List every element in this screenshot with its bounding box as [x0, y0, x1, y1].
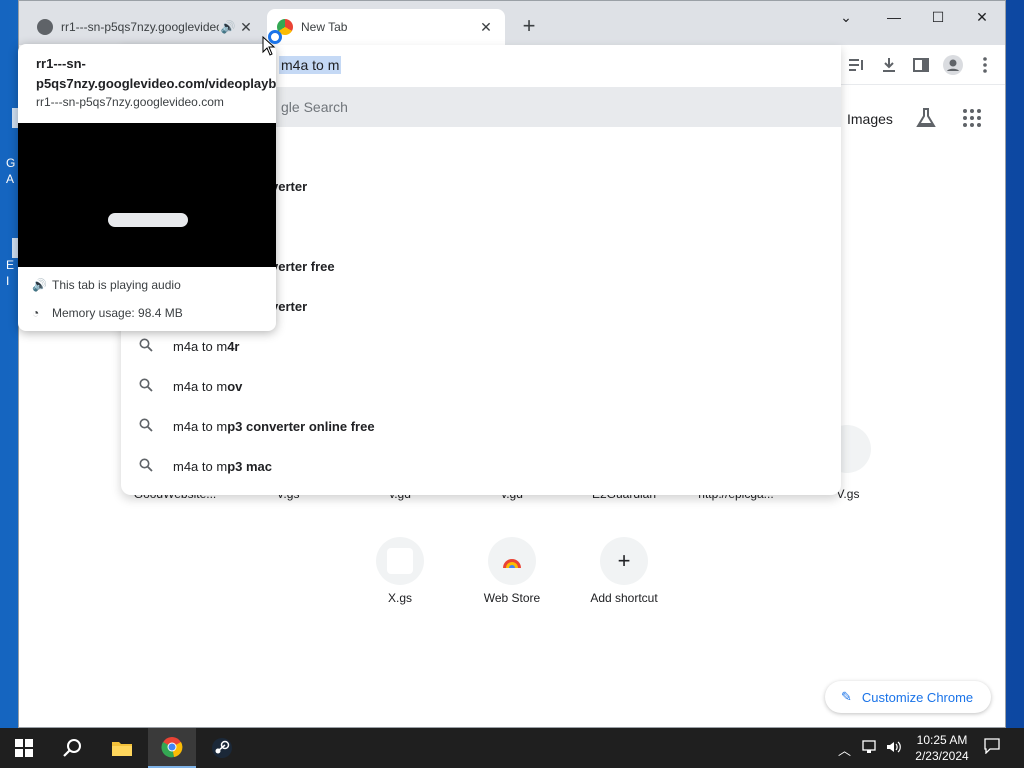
download-icon[interactable]	[879, 55, 899, 75]
hover-card-title: rr1---sn-p5qs7nzy.googlevideo.com/videop…	[36, 56, 276, 91]
suggestion-text: gle Search	[281, 99, 348, 115]
search-icon	[139, 378, 153, 392]
search-icon	[63, 739, 81, 757]
speaker-icon: 🔊	[32, 278, 47, 292]
side-panel-icon[interactable]	[911, 55, 931, 75]
chrome-icon	[161, 737, 183, 758]
shortcut-label: Add shortcut	[590, 591, 658, 605]
suggestion-prefix: m4a to m	[173, 418, 228, 434]
desktop-label-fragment: A	[6, 172, 15, 186]
clock-time: 10:25 AM	[916, 733, 968, 747]
search-icon	[139, 458, 153, 472]
network-icon[interactable]	[862, 740, 878, 757]
plus-icon: +	[600, 537, 648, 585]
tab-hover-card: rr1---sn-p5qs7nzy.googlevideo.com/videop…	[18, 44, 276, 331]
gauge-icon: ◔	[32, 306, 40, 320]
suggestion-prefix: m4a to m	[173, 458, 228, 474]
google-apps-icon[interactable]	[963, 109, 981, 127]
media-queue-icon[interactable]	[847, 55, 867, 75]
suggestion-item[interactable]: m4a to mov	[121, 366, 841, 406]
suggestion-bold-text: p3 converter online free	[227, 418, 375, 434]
close-window-button[interactable]: ✕	[959, 5, 1005, 29]
add-shortcut-button[interactable]: + Add shortcut	[568, 537, 680, 605]
suggestion-item[interactable]: m4a to mp3 mac	[121, 446, 841, 486]
shortcut-icon-circle	[488, 537, 536, 585]
suggestion-item[interactable]: m4a to mp3 converter online free	[121, 406, 841, 446]
tab-googlevideo[interactable]: rr1---sn-p5qs7nzy.googlevideo.com 🔊 ✕	[27, 9, 265, 45]
shortcut-web-store[interactable]: Web Store	[456, 537, 568, 605]
pencil-icon: ✎	[841, 689, 852, 704]
suggestion-bold-text: verter free	[271, 258, 335, 274]
close-tab-button[interactable]: ✕	[477, 19, 495, 36]
steam-icon	[212, 738, 232, 758]
audio-status-text: This tab is playing audio	[52, 278, 181, 292]
tab-strip: rr1---sn-p5qs7nzy.googlevideo.com 🔊 ✕ Ne…	[19, 1, 1005, 45]
web-store-icon	[503, 559, 521, 568]
chrome-taskbar-button[interactable]	[148, 728, 196, 768]
search-icon	[139, 338, 153, 352]
busy-spinner-icon	[268, 30, 282, 44]
tab-title: rr1---sn-p5qs7nzy.googlevideo.com	[61, 20, 219, 34]
chevron-up-icon[interactable]: ︿	[838, 740, 851, 759]
folder-icon	[112, 742, 132, 756]
menu-kebab-icon[interactable]	[975, 55, 995, 75]
labs-flask-icon[interactable]	[915, 107, 937, 129]
minimize-button[interactable]: —	[871, 5, 917, 29]
images-link[interactable]: Images	[847, 111, 893, 127]
speaker-icon[interactable]: 🔊	[219, 20, 237, 34]
shortcut-label: X.gs	[387, 591, 412, 605]
taskbar: ︿ 10:25 AM 2/23/2024	[0, 728, 1024, 768]
suggestion-bold-text: 4r	[227, 338, 240, 354]
tab-search-button[interactable]: ⌄	[823, 5, 869, 29]
file-explorer-button[interactable]	[98, 728, 146, 768]
profile-avatar-icon[interactable]	[943, 55, 963, 75]
suggestion-prefix: m4a to m	[173, 378, 228, 394]
windows-logo-icon	[15, 739, 33, 757]
shortcut-label: Web Store	[483, 591, 541, 605]
taskbar-search-button[interactable]	[48, 728, 96, 768]
volume-icon[interactable]	[886, 740, 902, 757]
customize-chrome-button[interactable]: ✎ Customize Chrome	[825, 681, 991, 713]
maximize-button[interactable]: ☐	[915, 5, 961, 29]
suggestion-item[interactable]: m4a to m4r	[121, 326, 841, 366]
desktop-label-fragment: E	[6, 258, 15, 272]
customize-chrome-label: Customize Chrome	[861, 689, 974, 705]
search-icon	[139, 418, 153, 432]
close-tab-button[interactable]: ✕	[237, 19, 255, 36]
shortcut-icon-circle	[376, 537, 424, 585]
audio-status-row: 🔊 This tab is playing audio	[32, 278, 268, 292]
globe-icon	[37, 19, 53, 35]
hover-card-domain: rr1---sn-p5qs7nzy.googlevideo.com	[36, 95, 224, 109]
system-clock[interactable]: 10:25 AM 2/23/2024	[906, 732, 978, 764]
tab-preview-thumbnail	[18, 123, 276, 267]
suggestion-bold-text: verter	[271, 298, 308, 314]
suggestion-bold-text: ov	[227, 378, 243, 394]
steam-taskbar-button[interactable]	[198, 728, 246, 768]
new-tab-button[interactable]: +	[517, 15, 541, 39]
video-player-controls	[108, 213, 188, 227]
notification-icon[interactable]	[984, 738, 1000, 757]
tab-title: New Tab	[301, 20, 348, 34]
suggestion-bold-text: verter	[271, 178, 308, 194]
page-icon	[387, 548, 413, 574]
start-button[interactable]	[0, 728, 48, 768]
desktop-label-fragment: G	[6, 156, 16, 170]
memory-usage-text: Memory usage: 98.4 MB	[52, 306, 183, 320]
shortcut-x-gs[interactable]: X.gs	[344, 537, 456, 605]
address-bar-selected-text: m4a to m	[279, 56, 342, 74]
suggestion-bold-text: p3 mac	[227, 458, 272, 474]
desktop-label-fragment: I	[6, 274, 10, 288]
clock-date: 2/23/2024	[915, 749, 969, 763]
tab-new-tab[interactable]: New Tab ✕	[267, 9, 505, 45]
suggestion-prefix: m4a to m	[173, 338, 228, 354]
memory-usage-row: ◔ Memory usage: 98.4 MB	[32, 306, 268, 320]
